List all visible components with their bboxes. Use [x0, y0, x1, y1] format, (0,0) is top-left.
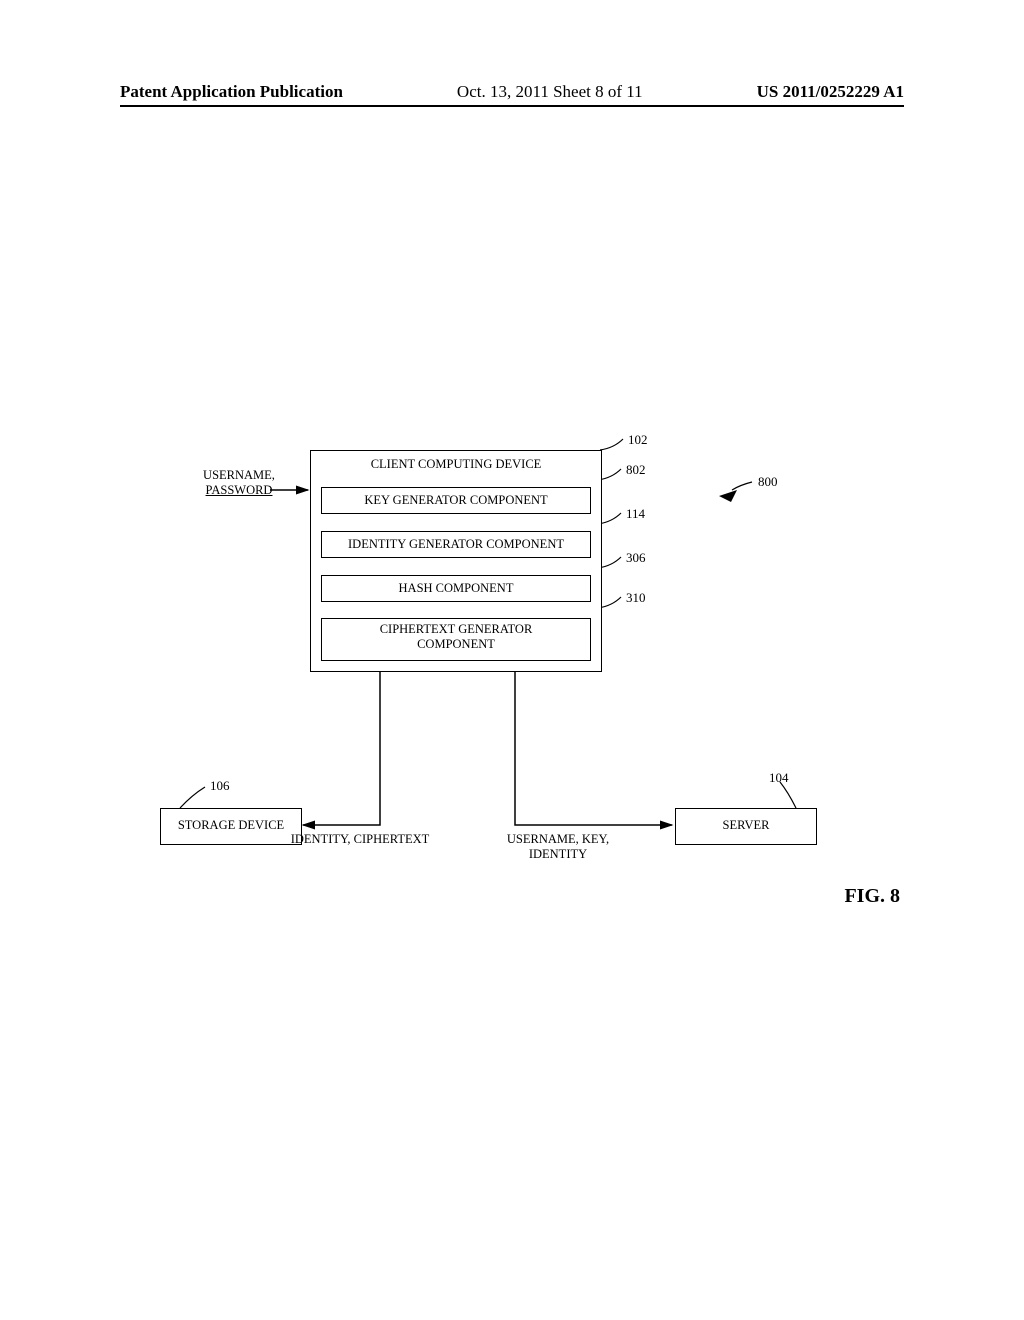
ref-102: 102 [628, 432, 648, 448]
client-computing-device-box: CLIENT COMPUTING DEVICE KEY GENERATOR CO… [310, 450, 602, 672]
header-date-sheet: Oct. 13, 2011 Sheet 8 of 11 [457, 82, 643, 102]
to-server-line1: USERNAME, KEY, [507, 832, 609, 846]
page-header: Patent Application Publication Oct. 13, … [120, 82, 904, 107]
ref-106: 106 [210, 778, 230, 794]
identity-ciphertext-label: IDENTITY, CIPHERTEXT [285, 832, 435, 847]
identity-generator-box: IDENTITY GENERATOR COMPONENT [321, 531, 591, 558]
figure-8-diagram: USERNAME, PASSWORD CLIENT COMPUTING DEVI… [120, 430, 900, 900]
ref-800: 800 [758, 474, 778, 490]
ciphertext-generator-box: CIPHERTEXT GENERATOR COMPONENT [321, 618, 591, 661]
storage-device-box: STORAGE DEVICE [160, 808, 302, 845]
header-pubnumber: US 2011/0252229 A1 [757, 82, 904, 102]
input-label: USERNAME, PASSWORD [200, 468, 278, 498]
ref-104: 104 [769, 770, 789, 786]
hash-component-box: HASH COMPONENT [321, 575, 591, 602]
cipher-line1: CIPHERTEXT GENERATOR [380, 622, 533, 636]
input-line1: USERNAME, [203, 468, 275, 482]
key-generator-box: KEY GENERATOR COMPONENT [321, 487, 591, 514]
figure-label: FIG. 8 [844, 885, 900, 908]
ref-306: 306 [626, 550, 646, 566]
to-server-line2: IDENTITY [529, 847, 587, 861]
header-publication: Patent Application Publication [120, 82, 343, 102]
ref-802: 802 [626, 462, 646, 478]
cipher-line2: COMPONENT [417, 637, 495, 651]
ref-114: 114 [626, 506, 645, 522]
server-box: SERVER [675, 808, 817, 845]
input-line2: PASSWORD [206, 483, 273, 497]
ref-310: 310 [626, 590, 646, 606]
client-title: CLIENT COMPUTING DEVICE [311, 451, 601, 472]
username-key-identity-label: USERNAME, KEY, IDENTITY [498, 832, 618, 862]
